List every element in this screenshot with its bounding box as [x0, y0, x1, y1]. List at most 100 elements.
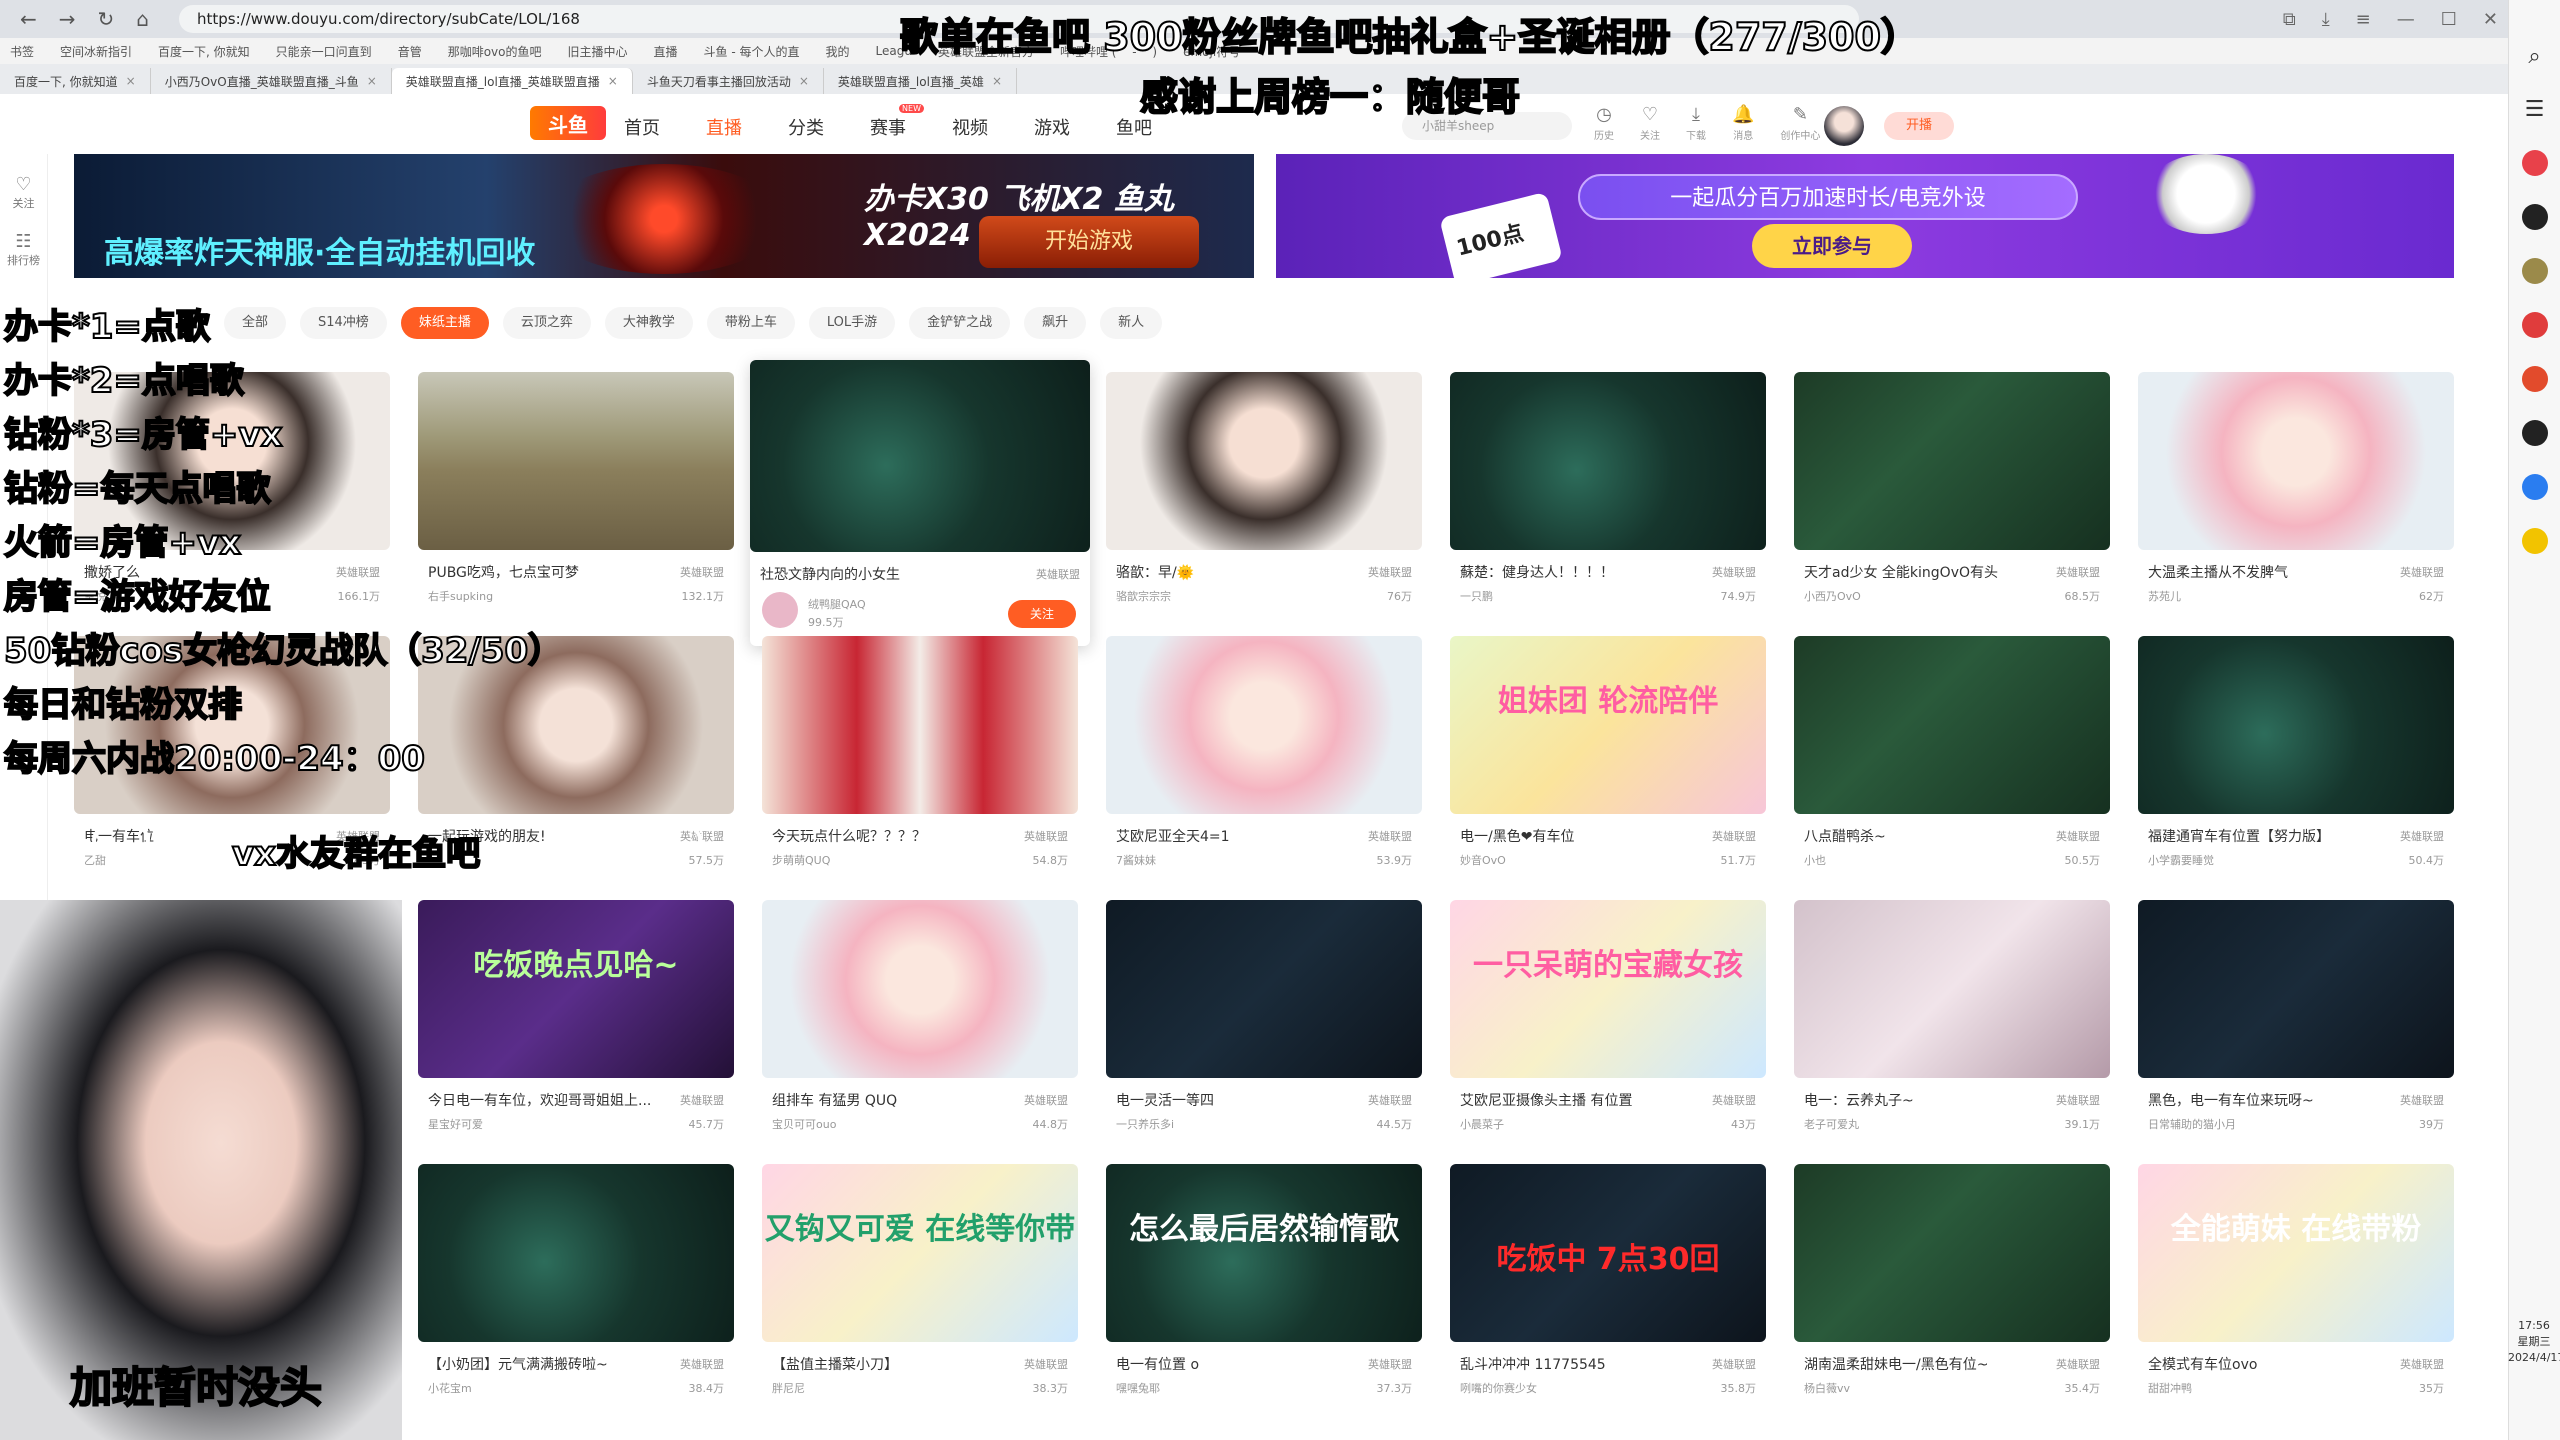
start-game-button[interactable]: 开始游戏	[979, 216, 1199, 268]
stream-title[interactable]: 电一/黑色❤有车位	[1460, 826, 1690, 846]
stream-thumbnail[interactable]	[418, 1164, 734, 1342]
filter-chip[interactable]: 飙升	[1024, 307, 1087, 339]
bookmark-item[interactable]: 书签	[10, 43, 34, 60]
anchor-avatar[interactable]	[762, 592, 798, 628]
menu-item[interactable]: 直播	[706, 114, 742, 140]
menu-item[interactable]: 视频	[952, 114, 988, 140]
stream-thumbnail[interactable]	[2138, 372, 2454, 550]
stream-thumbnail[interactable]	[1794, 1164, 2110, 1342]
bookmark-item[interactable]: 只能亲一口问直到	[276, 43, 372, 60]
stream-title[interactable]: 福建通宵车有位置【努力版】	[2148, 826, 2378, 846]
stream-thumbnail[interactable]: 一只呆萌的宝藏女孩	[1450, 900, 1766, 1078]
stream-card[interactable]: 吃饭中 7点30回 乱斗冲冲冲 11775545 英雄联盟 咧嘴的你赛少女 35.8万	[1450, 1164, 1766, 1414]
anchor-name[interactable]: 杨白薇vv	[1804, 1380, 1850, 1396]
stream-card[interactable]: 天才ad少女 全能kingOvO有头 英雄联盟 小西乃OvO 68.5万	[1794, 372, 2110, 622]
stream-title[interactable]: 乱斗冲冲冲 11775545	[1460, 1354, 1690, 1374]
tab-close-icon[interactable]: ×	[608, 74, 618, 88]
stream-category[interactable]: 英雄联盟	[2056, 1356, 2100, 1372]
stream-title[interactable]: 天才ad少女 全能kingOvO有头	[1804, 562, 2034, 582]
anchor-name[interactable]: 日常辅助的猫小月	[2148, 1116, 2236, 1132]
anchor-name[interactable]: 7酱妹妹	[1116, 852, 1156, 868]
stream-card[interactable]: 电一灵活一等四 英雄联盟 一只养乐多i 44.5万	[1106, 900, 1422, 1150]
stream-card[interactable]: 社恐文静内向的小女生 英雄联盟 关注 绒鸭腿QAQ 99.5万	[750, 360, 1090, 646]
stream-title[interactable]: 【盐值主播菜小刀】	[772, 1354, 1002, 1374]
stream-thumbnail[interactable]	[762, 636, 1078, 814]
stream-category[interactable]: 英雄联盟	[1024, 1092, 1068, 1108]
anchor-name[interactable]: 嘿嘿兔耶	[1116, 1380, 1160, 1396]
stream-thumbnail[interactable]	[762, 900, 1078, 1078]
anchor-name[interactable]: 甜甜冲鸭	[2148, 1380, 2192, 1396]
stream-title[interactable]: 电一灵活一等四	[1116, 1090, 1346, 1110]
stream-title[interactable]: 黑色，电一有车位来玩呀~	[2148, 1090, 2378, 1110]
anchor-name[interactable]: 妙音OvO	[1460, 852, 1506, 868]
bookmark-item[interactable]: 旧主播中心	[568, 43, 628, 60]
stream-category[interactable]: 英雄联盟	[1368, 828, 1412, 844]
filter-chip[interactable]: 新人	[1100, 307, 1163, 339]
stream-category[interactable]: 英雄联盟	[1024, 828, 1068, 844]
stream-title[interactable]: 艾欧尼亚全天4=1	[1116, 826, 1346, 846]
stream-title[interactable]: 今日电一有车位，欢迎哥哥姐姐上...	[428, 1090, 658, 1110]
stream-card[interactable]: 黑色，电一有车位来玩呀~ 英雄联盟 日常辅助的猫小月 39万	[2138, 900, 2454, 1150]
filter-chip[interactable]: LOL手游	[808, 307, 896, 339]
stream-thumbnail[interactable]	[1106, 636, 1422, 814]
join-button[interactable]: 立即参与	[1752, 224, 1912, 268]
stream-thumbnail[interactable]: 全能萌妹 在线带粉	[2138, 1164, 2454, 1342]
menu-item[interactable]: 赛事	[870, 104, 924, 140]
anchor-name[interactable]: 小花宝m	[428, 1380, 472, 1396]
stream-card[interactable]: 全能萌妹 在线带粉 全模式有车位ovo 英雄联盟 甜甜冲鸭 35万	[2138, 1164, 2454, 1414]
rail-item-rank[interactable]: ☷ 排行榜	[0, 231, 47, 268]
stream-thumbnail[interactable]: 又钩又可爱 在线等你带	[762, 1164, 1078, 1342]
stream-category[interactable]: 英雄联盟	[1712, 828, 1756, 844]
reading-list-icon[interactable]: ☰	[2525, 97, 2545, 122]
app-icon[interactable]	[2521, 258, 2548, 284]
tab-close-icon[interactable]: ×	[367, 74, 377, 88]
tab-close-icon[interactable]: ×	[126, 74, 136, 88]
browser-tab[interactable]: 英雄联盟直播_lol直播_英雄联盟直播 ×	[391, 68, 633, 94]
header-icon-4[interactable]: ✎ 创作中心	[1780, 104, 1820, 142]
stream-category[interactable]: 英雄联盟	[2056, 1092, 2100, 1108]
start-live-button[interactable]: 开播	[1884, 112, 1954, 140]
stream-category[interactable]: 英雄联盟	[1368, 564, 1412, 580]
stream-title[interactable]: 八点醋鸭杀~	[1804, 826, 2034, 846]
stream-category[interactable]: 英雄联盟	[2056, 564, 2100, 580]
anchor-name[interactable]: 星宝好可爱	[428, 1116, 483, 1132]
stream-title[interactable]: 艾欧尼亚摄像头主播 有位置	[1460, 1090, 1690, 1110]
stream-category[interactable]: 英雄联盟	[2400, 564, 2444, 580]
bookmark-item[interactable]: 音管	[398, 43, 422, 60]
stream-thumbnail[interactable]: 吃饭中 7点30回	[1450, 1164, 1766, 1342]
stream-card[interactable]: 湖南温柔甜妹电一/黑色有位~ 英雄联盟 杨白薇vv 35.4万	[1794, 1164, 2110, 1414]
stream-category[interactable]: 英雄联盟	[2400, 828, 2444, 844]
anchor-name[interactable]: 步萌萌QUQ	[772, 852, 830, 868]
stream-category[interactable]: 英雄联盟	[680, 1092, 724, 1108]
browser-tab[interactable]: 百度一下, 你就知道 ×	[0, 68, 151, 94]
stream-title[interactable]: 湖南温柔甜妹电一/黑色有位~	[1804, 1354, 2034, 1374]
app-icon[interactable]	[2521, 528, 2548, 554]
stream-category[interactable]: 英雄联盟	[1712, 1356, 1756, 1372]
stream-category[interactable]: 英雄联盟	[1712, 1092, 1756, 1108]
stream-thumbnail[interactable]	[750, 360, 1090, 552]
bookmark-item[interactable]: 直播	[654, 43, 678, 60]
stream-card[interactable]: 电一：云养丸子~ 英雄联盟 老子可爱丸 39.1万	[1794, 900, 2110, 1150]
stream-category[interactable]: 英雄联盟	[1036, 566, 1080, 582]
stream-thumbnail[interactable]	[2138, 636, 2454, 814]
stream-card[interactable]: 大温柔主播从不发脾气 英雄联盟 苏苑儿 62万	[2138, 372, 2454, 622]
stream-card[interactable]: 今天玩点什么呢？？？？ 英雄联盟 步萌萌QUQ 54.8万	[762, 636, 1078, 886]
anchor-name[interactable]: 胖尼尼	[772, 1380, 805, 1396]
stream-category[interactable]: 英雄联盟	[1024, 1356, 1068, 1372]
stream-category[interactable]: 英雄联盟	[2400, 1092, 2444, 1108]
stream-title[interactable]: 社恐文静内向的小女生	[760, 564, 990, 584]
stream-thumbnail[interactable]	[1794, 900, 2110, 1078]
anchor-name[interactable]: 咧嘴的你赛少女	[1460, 1380, 1537, 1396]
stream-card[interactable]: 福建通宵车有位置【努力版】 英雄联盟 小学霸要睡觉 50.4万	[2138, 636, 2454, 886]
menu-icon[interactable]: ≡	[2356, 9, 2371, 30]
stream-thumbnail[interactable]	[1794, 636, 2110, 814]
stream-category[interactable]: 英雄联盟	[1368, 1092, 1412, 1108]
stream-category[interactable]: 英雄联盟	[1368, 1356, 1412, 1372]
stream-card[interactable]: 艾欧尼亚全天4=1 英雄联盟 7酱妹妹 53.9万	[1106, 636, 1422, 886]
stream-thumbnail[interactable]	[2138, 900, 2454, 1078]
filter-chip[interactable]: 大神教学	[604, 307, 693, 339]
header-icon-1[interactable]: ♡ 关注	[1640, 104, 1660, 142]
maximize-icon[interactable]: ☐	[2441, 9, 2457, 30]
stream-thumbnail[interactable]	[1450, 372, 1766, 550]
stream-card[interactable]: 骆歆：早/🌞 英雄联盟 骆歆宗宗宗 76万	[1106, 372, 1422, 622]
